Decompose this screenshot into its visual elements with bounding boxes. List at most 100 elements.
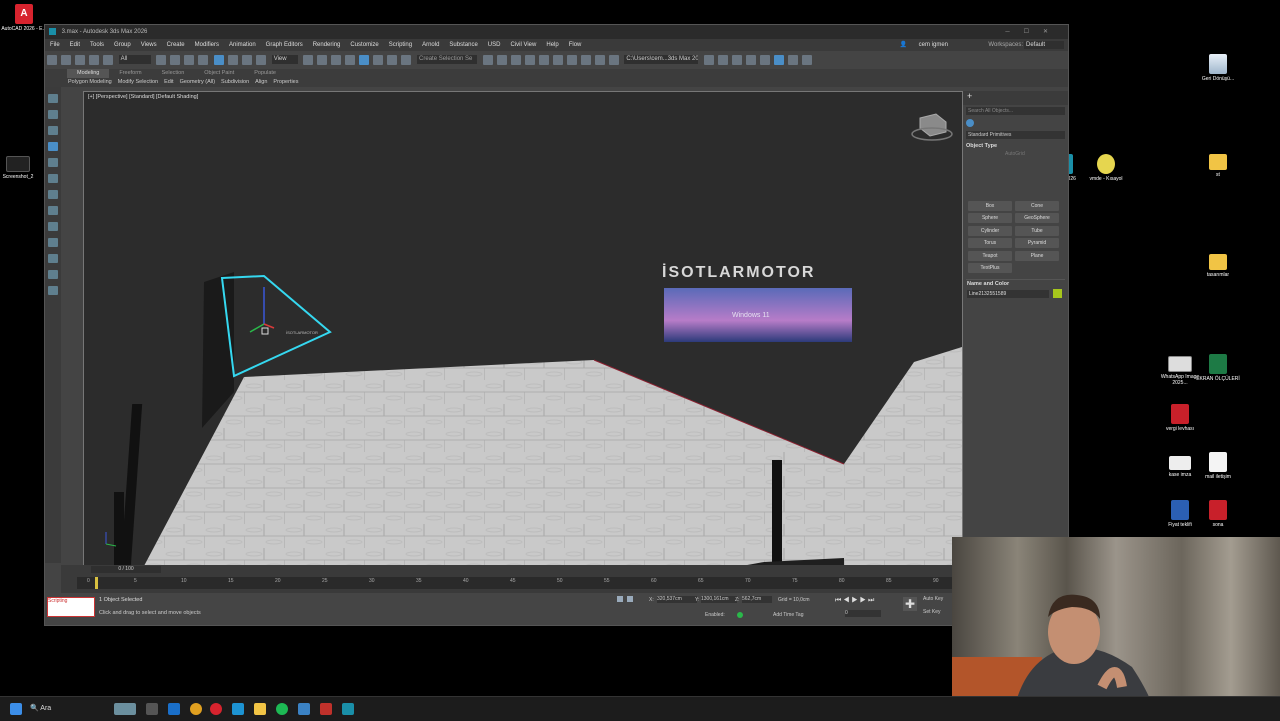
ribbon-polygon-modeling[interactable]: Polygon Modeling xyxy=(65,78,115,87)
current-frame-field[interactable]: 0 xyxy=(845,610,881,617)
time-slider[interactable]: 0 / 100 xyxy=(91,566,161,573)
viewport-label[interactable]: [+] [Perspective] [Standard] [Default Sh… xyxy=(88,94,198,100)
desktop-icon-autocad[interactable]: A AutoCAD 2026 - E... xyxy=(0,4,48,32)
sync-icon[interactable] xyxy=(802,55,813,65)
workspace-dropdown[interactable]: Default xyxy=(1024,41,1064,49)
plane-button[interactable]: Plane xyxy=(1015,251,1059,261)
save-icon[interactable] xyxy=(718,55,729,65)
pivot-icon[interactable] xyxy=(303,55,314,65)
reference-coord-dropdown[interactable]: View xyxy=(271,55,298,64)
tube-button[interactable]: Tube xyxy=(1015,226,1059,236)
spinner-snap-icon[interactable] xyxy=(387,55,398,65)
curve-editor-icon[interactable] xyxy=(538,55,549,65)
keyboard-shortcut-icon[interactable] xyxy=(331,55,342,65)
menu-graph-editors[interactable]: Graph Editors xyxy=(261,39,308,51)
geosphere-button[interactable]: GeoSphere xyxy=(1015,213,1059,223)
layer-explorer-icon[interactable] xyxy=(510,55,521,65)
object-name-field[interactable]: Line2132551589 xyxy=(967,290,1049,298)
ribbon-tab-object-paint[interactable]: Object Paint xyxy=(194,69,244,78)
render-setup-icon[interactable] xyxy=(580,55,591,65)
motion-icon[interactable] xyxy=(48,142,58,151)
camera-icon[interactable] xyxy=(48,286,58,295)
chrome-icon[interactable] xyxy=(190,703,202,715)
material-editor-icon[interactable] xyxy=(566,55,577,65)
menu-rendering[interactable]: Rendering xyxy=(308,39,346,51)
sphere-button[interactable]: Sphere xyxy=(968,213,1012,223)
enabled-toggle[interactable] xyxy=(737,612,743,618)
ribbon-tab-populate[interactable]: Populate xyxy=(244,69,286,78)
arnold-icon[interactable] xyxy=(788,55,799,65)
menu-animation[interactable]: Animation xyxy=(224,39,261,51)
file-explorer-icon[interactable] xyxy=(254,703,266,715)
mirror-icon[interactable] xyxy=(482,55,493,65)
menu-create[interactable]: Create xyxy=(162,39,190,51)
y-coordinate-field[interactable]: 1300,161cm xyxy=(701,596,737,603)
window-controls[interactable]: ─☐✕ xyxy=(1005,25,1062,39)
scale-icon[interactable] xyxy=(242,55,253,65)
bind-space-warp-icon[interactable] xyxy=(103,55,113,65)
desktop-icon-vergi-levhasi[interactable]: vergi levhası xyxy=(1156,404,1204,432)
ribbon-align[interactable]: Align xyxy=(252,78,270,87)
ribbon-edit[interactable]: Edit xyxy=(161,78,176,87)
edge-icon[interactable] xyxy=(168,703,180,715)
material-icon[interactable] xyxy=(48,254,58,263)
track-bar[interactable]: 0 5 10 15 20 25 30 35 40 45 50 55 60 65 … xyxy=(77,577,957,589)
edit-named-sel-icon[interactable] xyxy=(401,55,412,65)
menu-flow[interactable]: Flow xyxy=(564,39,587,51)
object-color-swatch[interactable] xyxy=(1053,289,1062,298)
selection-filter-dropdown[interactable]: All xyxy=(118,55,151,64)
desktop-icon-st[interactable]: st xyxy=(1194,154,1242,178)
textplus-button[interactable]: TextPlus xyxy=(968,263,1012,273)
percent-snap-icon[interactable] xyxy=(373,55,384,65)
x-coordinate-field[interactable]: 320,537cm xyxy=(657,596,697,603)
viewport-layout-icon[interactable] xyxy=(760,55,771,65)
torus-button[interactable]: Torus xyxy=(968,238,1012,248)
utilities-icon[interactable] xyxy=(48,174,58,183)
project-path-dropdown[interactable]: C:\Users\cem...3ds Max 2026 xyxy=(624,55,699,64)
taskbar-search[interactable]: 🔍 Ara xyxy=(30,702,110,716)
primitive-category-dropdown[interactable]: Standard Primitives xyxy=(966,131,1065,139)
named-selection-input[interactable]: Create Selection Se xyxy=(417,55,478,64)
menu-arnold[interactable]: Arnold xyxy=(417,39,444,51)
xref-icon[interactable] xyxy=(48,238,58,247)
key-mode-icon[interactable]: ✚ xyxy=(903,597,917,611)
menu-views[interactable]: Views xyxy=(136,39,162,51)
snap-3d-icon[interactable] xyxy=(345,55,356,65)
display-icon[interactable] xyxy=(48,158,58,167)
menu-scripting[interactable]: Scripting xyxy=(384,39,417,51)
window-crossing-icon[interactable] xyxy=(198,55,209,65)
desktop-icon-sona[interactable]: sona xyxy=(1194,500,1242,528)
open-folder-icon[interactable] xyxy=(704,55,715,65)
move-icon[interactable] xyxy=(214,55,225,65)
edge-dev-icon[interactable] xyxy=(232,703,244,715)
lock-icon[interactable] xyxy=(627,596,633,602)
align-icon[interactable] xyxy=(496,55,507,65)
auto-key-button[interactable]: Auto Key xyxy=(923,596,943,602)
menu-help[interactable]: Help xyxy=(541,39,563,51)
time-slider-handle[interactable] xyxy=(95,577,98,589)
cylinder-button[interactable]: Cylinder xyxy=(968,226,1012,236)
desktop-icon-ekran-olculeri[interactable]: EKRAN ÖLÇÜLERİ xyxy=(1194,354,1242,382)
box-button[interactable]: Box xyxy=(968,201,1012,211)
z-coordinate-field[interactable]: 562,7cm xyxy=(742,596,772,603)
ribbon-tab-modeling[interactable]: Modeling xyxy=(67,69,110,78)
menu-file[interactable]: File xyxy=(45,39,65,51)
object-search-input[interactable]: Search All Objects... xyxy=(966,107,1065,115)
desktop-icon-screenshot[interactable]: Screenshot_2 xyxy=(0,156,42,180)
ribbon-modify-selection[interactable]: Modify Selection xyxy=(115,78,161,87)
settings-icon[interactable] xyxy=(320,703,332,715)
scene-explorer-icon[interactable] xyxy=(746,55,757,65)
ribbon-properties[interactable]: Properties xyxy=(270,78,301,87)
desktop-icon-tasarimlar[interactable]: tasarımlar xyxy=(1194,254,1242,278)
spotify-icon[interactable] xyxy=(276,703,288,715)
menu-substance[interactable]: Substance xyxy=(444,39,482,51)
desktop-icon-vmde[interactable]: vmde - Kısayol xyxy=(1082,154,1130,182)
geometry-icon[interactable] xyxy=(966,119,974,127)
render-icon[interactable] xyxy=(608,55,619,65)
schematic-view-icon[interactable] xyxy=(552,55,563,65)
ribbon-geometry-all[interactable]: Geometry (All) xyxy=(177,78,218,87)
unlink-icon[interactable] xyxy=(89,55,99,65)
menu-usd[interactable]: USD xyxy=(483,39,506,51)
ribbon-tab-selection[interactable]: Selection xyxy=(152,69,195,78)
autogrid-checkbox[interactable]: AutoGrid xyxy=(1005,151,1068,157)
